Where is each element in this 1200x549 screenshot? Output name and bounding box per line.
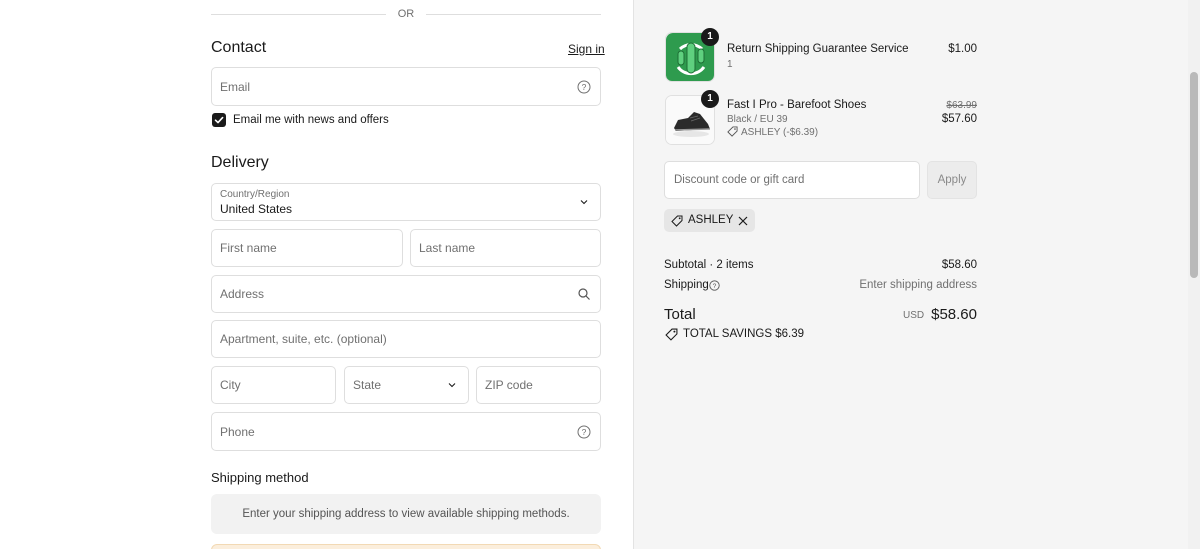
state-select[interactable]: State	[344, 366, 469, 404]
chevron-down-icon	[448, 383, 456, 388]
address-field[interactable]: Address	[211, 275, 601, 313]
tag-icon	[727, 126, 738, 137]
item-title: Return Shipping Guarantee Service	[727, 43, 909, 55]
item-subtitle: 1	[727, 59, 733, 70]
item-variant: Black / EU 39	[727, 114, 788, 125]
total-label: Total	[664, 306, 696, 323]
close-icon[interactable]	[738, 216, 748, 226]
scrollbar[interactable]	[1188, 0, 1200, 549]
apartment-field[interactable]: Apartment, suite, etc. (optional)	[211, 320, 601, 358]
city-field[interactable]: City	[211, 366, 336, 404]
apartment-placeholder: Apartment, suite, etc. (optional)	[220, 332, 387, 346]
applied-code: ASHLEY	[688, 214, 734, 226]
zip-field[interactable]: ZIP code	[476, 366, 601, 404]
applied-discount-chip: ASHLEY	[664, 209, 755, 232]
help-icon[interactable]: ?	[577, 80, 591, 94]
item-discount: ASHLEY (-$6.39)	[741, 127, 819, 138]
item-title: Fast I Pro - Barefoot Shoes	[727, 99, 867, 111]
contact-heading: Contact	[211, 39, 267, 56]
state-placeholder: State	[353, 378, 382, 392]
phone-placeholder: Phone	[220, 424, 255, 439]
email-field[interactable]: Email ?	[211, 67, 601, 106]
quantity-badge: 1	[701, 90, 719, 108]
shipping-method-message: Enter your shipping address to view avai…	[242, 508, 570, 520]
checkout-form-panel: OR Contact Sign in Email ? Email me with…	[0, 0, 633, 549]
country-value: United States	[220, 202, 293, 216]
search-icon	[578, 288, 590, 300]
scrollbar-thumb[interactable]	[1190, 72, 1198, 278]
subtotal-label: Subtotal · 2 items	[664, 259, 754, 271]
newsletter-checkbox[interactable]	[212, 113, 226, 127]
discount-code-field[interactable]: Discount code or gift card	[664, 161, 920, 199]
item-price: $57.60	[941, 113, 977, 125]
last-name-field[interactable]: Last name	[410, 229, 601, 267]
discount-placeholder: Discount code or gift card	[674, 174, 805, 186]
zip-placeholder: ZIP code	[485, 378, 533, 392]
country-label: Country/Region	[220, 189, 290, 200]
apply-button[interactable]: Apply	[927, 161, 977, 199]
svg-text:?: ?	[582, 82, 587, 92]
svg-text:?: ?	[713, 283, 717, 290]
city-placeholder: City	[220, 378, 241, 392]
shipping-method-notice: Enter your shipping address to view avai…	[211, 494, 601, 534]
tag-icon	[665, 328, 678, 341]
newsletter-label: Email me with news and offers	[233, 114, 389, 126]
total-savings: TOTAL SAVINGS $6.39	[683, 328, 805, 340]
original-price: $63.99	[946, 100, 977, 111]
shipping-method-heading: Shipping method	[211, 470, 309, 485]
item-price: $1.00	[948, 43, 977, 55]
address-placeholder: Address	[220, 287, 265, 301]
shipping-label: Shipping	[664, 279, 709, 291]
country-select[interactable]: Country/Region United States	[211, 183, 601, 221]
subtotal-value: $58.60	[941, 259, 977, 271]
order-summary-panel	[633, 0, 1200, 549]
svg-text:?: ?	[582, 427, 587, 437]
quantity-badge: 1	[701, 28, 719, 46]
divider-line	[426, 14, 601, 15]
currency-code: USD	[903, 310, 925, 321]
total-value: $58.60	[931, 306, 977, 323]
chevron-down-icon	[580, 200, 588, 205]
checkmark-icon	[214, 116, 224, 124]
help-icon[interactable]: ?	[577, 425, 591, 439]
tag-icon	[671, 215, 683, 227]
email-placeholder: Email	[220, 79, 251, 94]
or-divider: OR	[211, 6, 601, 22]
delivery-heading: Delivery	[211, 154, 269, 171]
first-name-field[interactable]: First name	[211, 229, 403, 267]
last-name-placeholder: Last name	[419, 241, 476, 255]
first-name-placeholder: First name	[220, 241, 277, 255]
shipping-value: Enter shipping address	[859, 279, 977, 291]
help-icon[interactable]: ?	[709, 280, 720, 291]
phone-field[interactable]: Phone ?	[211, 412, 601, 451]
notice-banner	[211, 544, 601, 549]
sign-in-link[interactable]: Sign in	[568, 42, 605, 56]
